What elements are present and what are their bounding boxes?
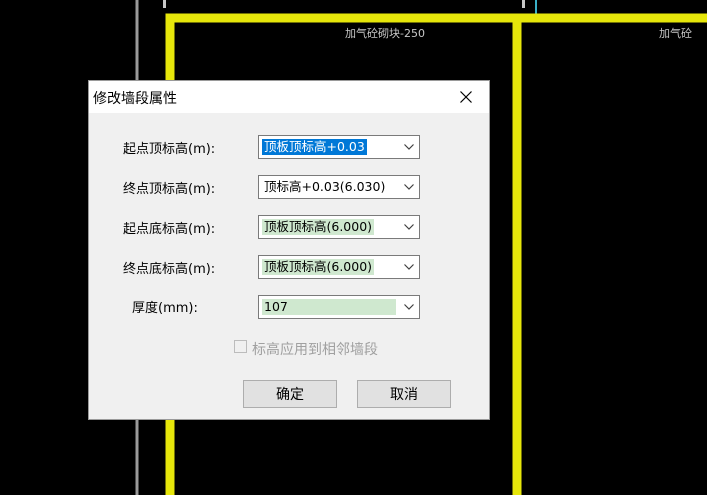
start-bottom-elevation-label: 起点底标高(m): (123, 222, 216, 237)
end-top-elevation-combo[interactable]: 顶标高+0.03(6.030) (258, 175, 420, 199)
chevron-down-icon[interactable] (399, 216, 419, 238)
close-icon (460, 91, 472, 103)
wall-segment-properties-dialog: 修改墙段属性 起点顶标高(m): 顶板顶标高+0.03 终点顶标高(m): 顶标… (89, 81, 489, 419)
thickness-label: 厚度(mm): (132, 301, 198, 316)
end-bottom-elevation-combo[interactable]: 顶板顶标高(6.000) (258, 255, 420, 279)
start-top-elevation-value[interactable]: 顶板顶标高+0.03 (262, 139, 367, 155)
chevron-down-icon[interactable] (399, 256, 419, 278)
start-top-elevation-label: 起点顶标高(m): (123, 142, 216, 157)
thickness-combo[interactable]: 107 (258, 295, 420, 319)
wall-tick (522, 0, 525, 8)
end-bottom-elevation-label: 终点底标高(m): (123, 262, 216, 277)
apply-to-adjacent-checkbox[interactable] (234, 340, 247, 353)
chevron-down-icon[interactable] (399, 176, 419, 198)
dialog-titlebar[interactable]: 修改墙段属性 (89, 81, 489, 113)
wall-label-left: 加气砼砌块-250 (345, 27, 425, 40)
apply-to-adjacent-label: 标高应用到相邻墙段 (252, 342, 378, 358)
end-bottom-elevation-value[interactable]: 顶板顶标高(6.000) (262, 259, 375, 275)
start-bottom-elevation-combo[interactable]: 顶板顶标高(6.000) (258, 215, 420, 239)
wall-tick (163, 0, 166, 8)
chevron-down-icon[interactable] (399, 136, 419, 158)
wall-label-right: 加气砼 (659, 27, 692, 40)
cancel-button[interactable]: 取消 (357, 380, 451, 408)
thickness-value[interactable]: 107 (262, 299, 396, 315)
start-bottom-elevation-value[interactable]: 顶板顶标高(6.000) (262, 219, 375, 235)
dialog-title: 修改墙段属性 (93, 91, 177, 107)
close-button[interactable] (443, 81, 489, 113)
start-top-elevation-combo[interactable]: 顶板顶标高+0.03 (258, 135, 420, 159)
chevron-down-icon[interactable] (399, 296, 419, 318)
ok-button[interactable]: 确定 (243, 380, 337, 408)
end-top-elevation-value[interactable]: 顶标高+0.03(6.030) (262, 179, 387, 195)
end-top-elevation-label: 终点顶标高(m): (123, 182, 216, 197)
